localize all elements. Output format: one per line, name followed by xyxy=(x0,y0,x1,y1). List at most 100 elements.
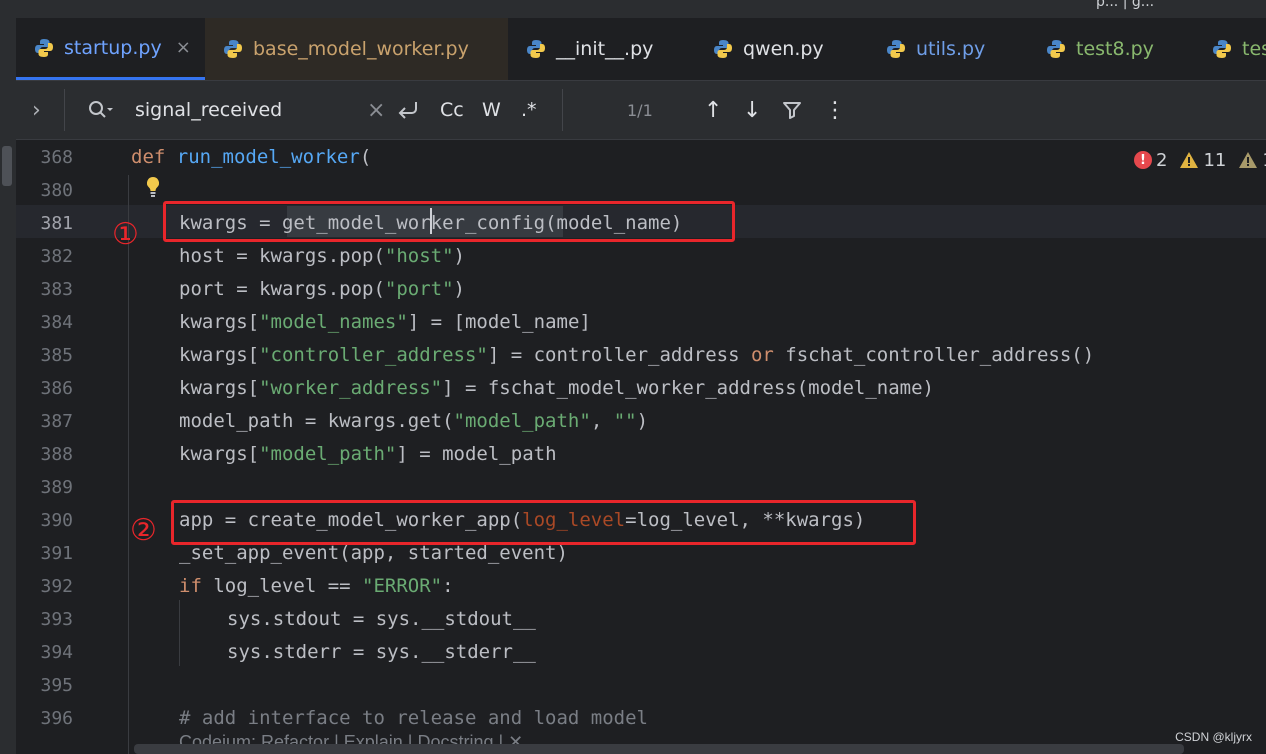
code-line-392: if log_level == "ERROR": xyxy=(179,575,454,597)
tab-utils-py[interactable]: utils.py xyxy=(886,18,985,80)
code-text: kwargs[ xyxy=(179,443,260,465)
code-line-391: _set_app_event(app, started_event) xyxy=(179,542,568,564)
python-file-icon xyxy=(714,40,732,58)
close-tab-icon[interactable]: × xyxy=(176,37,191,58)
horizontal-scrollbar[interactable] xyxy=(134,744,1184,754)
title-bar: p... | g... xyxy=(0,0,1266,18)
previous-occurrence-icon[interactable]: ↑ xyxy=(704,81,722,139)
match-case-toggle[interactable]: Cc xyxy=(440,81,464,139)
clear-search-icon[interactable]: × xyxy=(367,81,385,139)
python-file-icon xyxy=(527,40,545,58)
editor-tab-bar: startup.py × base_model_worker.py __init… xyxy=(16,18,1266,80)
left-tool-strip xyxy=(0,18,16,754)
python-file-icon xyxy=(35,38,53,57)
code-line-383: port = kwargs.pop("port") xyxy=(179,278,465,300)
code-text: ] = controller_address xyxy=(487,344,751,366)
string-literal: "" xyxy=(613,410,637,432)
new-line-icon[interactable] xyxy=(396,81,420,139)
left-scroll-thumb[interactable] xyxy=(2,146,12,186)
code-editor[interactable]: 368 380 381 382 383 384 385 386 387 388 … xyxy=(16,140,1266,754)
string-literal: "ERROR" xyxy=(362,575,443,597)
code-line-384: kwargs["model_names"] = [model_name] xyxy=(179,311,591,333)
string-literal: "controller_address" xyxy=(259,344,488,366)
tab-qwen-py[interactable]: qwen.py xyxy=(713,18,824,80)
tab-label: base_model_worker.py xyxy=(253,38,469,60)
python-file-icon xyxy=(887,40,905,58)
warning-count: 11 xyxy=(1203,149,1227,171)
filter-icon[interactable] xyxy=(782,81,802,139)
next-occurrence-icon[interactable]: ↓ xyxy=(743,81,761,139)
annotation-box-1 xyxy=(163,201,735,242)
code-text: ] = model_path xyxy=(396,443,557,465)
code-text: host = kwargs.pop( xyxy=(179,245,385,267)
code-line-396: # add interface to release and load mode… xyxy=(179,707,648,729)
code-line-388: kwargs["model_path"] = model_path xyxy=(179,443,557,465)
regex-toggle[interactable]: .* xyxy=(521,81,537,139)
divider xyxy=(562,89,563,131)
enter-arrow-icon xyxy=(398,102,417,119)
code-line-394: sys.stderr = sys.__stderr__ xyxy=(227,641,536,663)
keyword: def xyxy=(131,146,166,168)
code-line-387: model_path = kwargs.get("model_path", ""… xyxy=(179,410,648,432)
error-count: 2 xyxy=(1156,149,1168,171)
funnel-icon xyxy=(783,102,801,119)
error-icon: ! xyxy=(1134,151,1152,169)
tab-base-model-worker-py[interactable]: base_model_worker.py xyxy=(205,18,508,80)
code-text: port = kwargs.pop( xyxy=(179,278,385,300)
code-text: ] = fschat_model_worker_address(model_na… xyxy=(442,377,934,399)
annotation-box-2 xyxy=(171,500,916,545)
string-literal: "model_names" xyxy=(259,311,408,333)
tab-label: tes xyxy=(1242,38,1266,60)
code-text: kwargs[ xyxy=(179,344,260,366)
string-literal: "model_path" xyxy=(259,443,397,465)
code-text: ) xyxy=(636,410,649,432)
find-bar: › signal_received × Cc W .* 1/1 ↑ ↓ ⋮ xyxy=(16,80,1266,140)
code-line-386: kwargs["worker_address"] = fschat_model_… xyxy=(179,377,934,399)
code-text: model_path = kwargs.get( xyxy=(179,410,454,432)
tab-test-truncated[interactable]: tes xyxy=(1212,18,1266,80)
weak-warning-icon xyxy=(1239,152,1258,168)
keyword: or xyxy=(750,344,774,366)
warning-icon xyxy=(1180,152,1199,168)
more-options-icon[interactable]: ⋮ xyxy=(824,81,846,139)
search-icon xyxy=(89,101,113,118)
code-text: fschat_controller_address() xyxy=(773,344,1095,366)
tab-test8-py[interactable]: test8.py xyxy=(1046,18,1154,80)
code-text: kwargs[ xyxy=(179,311,260,333)
code-text: , xyxy=(590,410,614,432)
keyword: if xyxy=(179,575,202,597)
code-text: kwargs[ xyxy=(179,377,260,399)
tab-init-py[interactable]: __init__.py xyxy=(526,18,653,80)
tab-label: test8.py xyxy=(1076,38,1154,60)
lightbulb-icon[interactable] xyxy=(144,175,162,199)
annotation-marker-1: ① xyxy=(112,217,139,252)
weak-warning-count: 1 xyxy=(1262,150,1266,171)
inspection-widget[interactable]: ! 2 11 1 xyxy=(1130,146,1266,174)
code-line-382: host = kwargs.pop("host") xyxy=(179,245,465,267)
python-file-icon xyxy=(1047,40,1065,58)
code-text: ( xyxy=(359,146,372,168)
string-literal: "model_path" xyxy=(453,410,591,432)
tab-label: utils.py xyxy=(916,38,986,60)
tab-startup-py[interactable]: startup.py × xyxy=(16,18,205,80)
divider xyxy=(64,89,65,131)
annotation-marker-2: ② xyxy=(130,513,157,548)
string-literal: "host" xyxy=(384,245,454,267)
tab-label: startup.py xyxy=(64,36,162,59)
code-text: ) xyxy=(453,278,465,300)
python-file-icon xyxy=(1213,40,1231,58)
whole-words-toggle[interactable]: W xyxy=(482,81,501,139)
code-text: ] = [model_name] xyxy=(407,311,591,333)
code-line-385: kwargs["controller_address"] = controlle… xyxy=(179,344,1094,366)
match-count: 1/1 xyxy=(627,100,653,120)
sticky-line[interactable]: def run_model_worker( xyxy=(131,146,371,168)
search-input[interactable]: signal_received xyxy=(135,81,282,139)
code-line-393: sys.stdout = sys.__stdout__ xyxy=(227,608,536,630)
string-literal: "port" xyxy=(384,278,454,300)
code-text: log_level == xyxy=(201,575,363,597)
watermark: CSDN @kljyrx xyxy=(1175,730,1252,744)
search-history-icon[interactable] xyxy=(88,81,114,139)
expand-replace-icon[interactable]: › xyxy=(32,81,41,139)
function-name: run_model_worker xyxy=(176,146,360,168)
tab-label: qwen.py xyxy=(743,38,824,60)
